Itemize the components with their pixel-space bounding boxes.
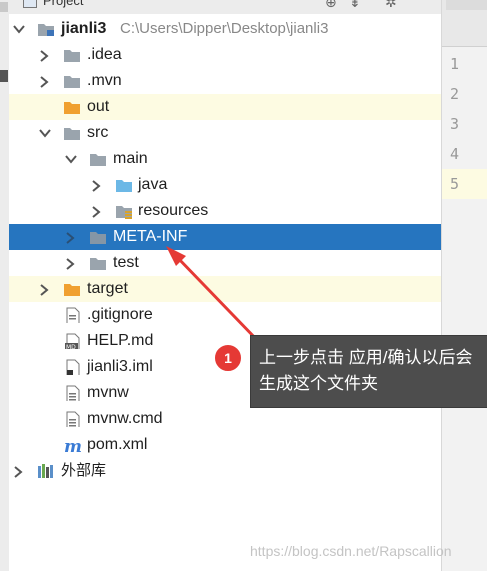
watermark: https://blog.csdn.net/Rapscallion bbox=[250, 543, 452, 559]
annotation-badge: 1 bbox=[213, 343, 243, 373]
annotation-arrow bbox=[166, 246, 260, 343]
annotation-text: 上一步点击 应用/确认以后会生成这个文件夹 bbox=[259, 348, 473, 393]
annotation-callout: 上一步点击 应用/确认以后会生成这个文件夹 bbox=[250, 335, 487, 408]
